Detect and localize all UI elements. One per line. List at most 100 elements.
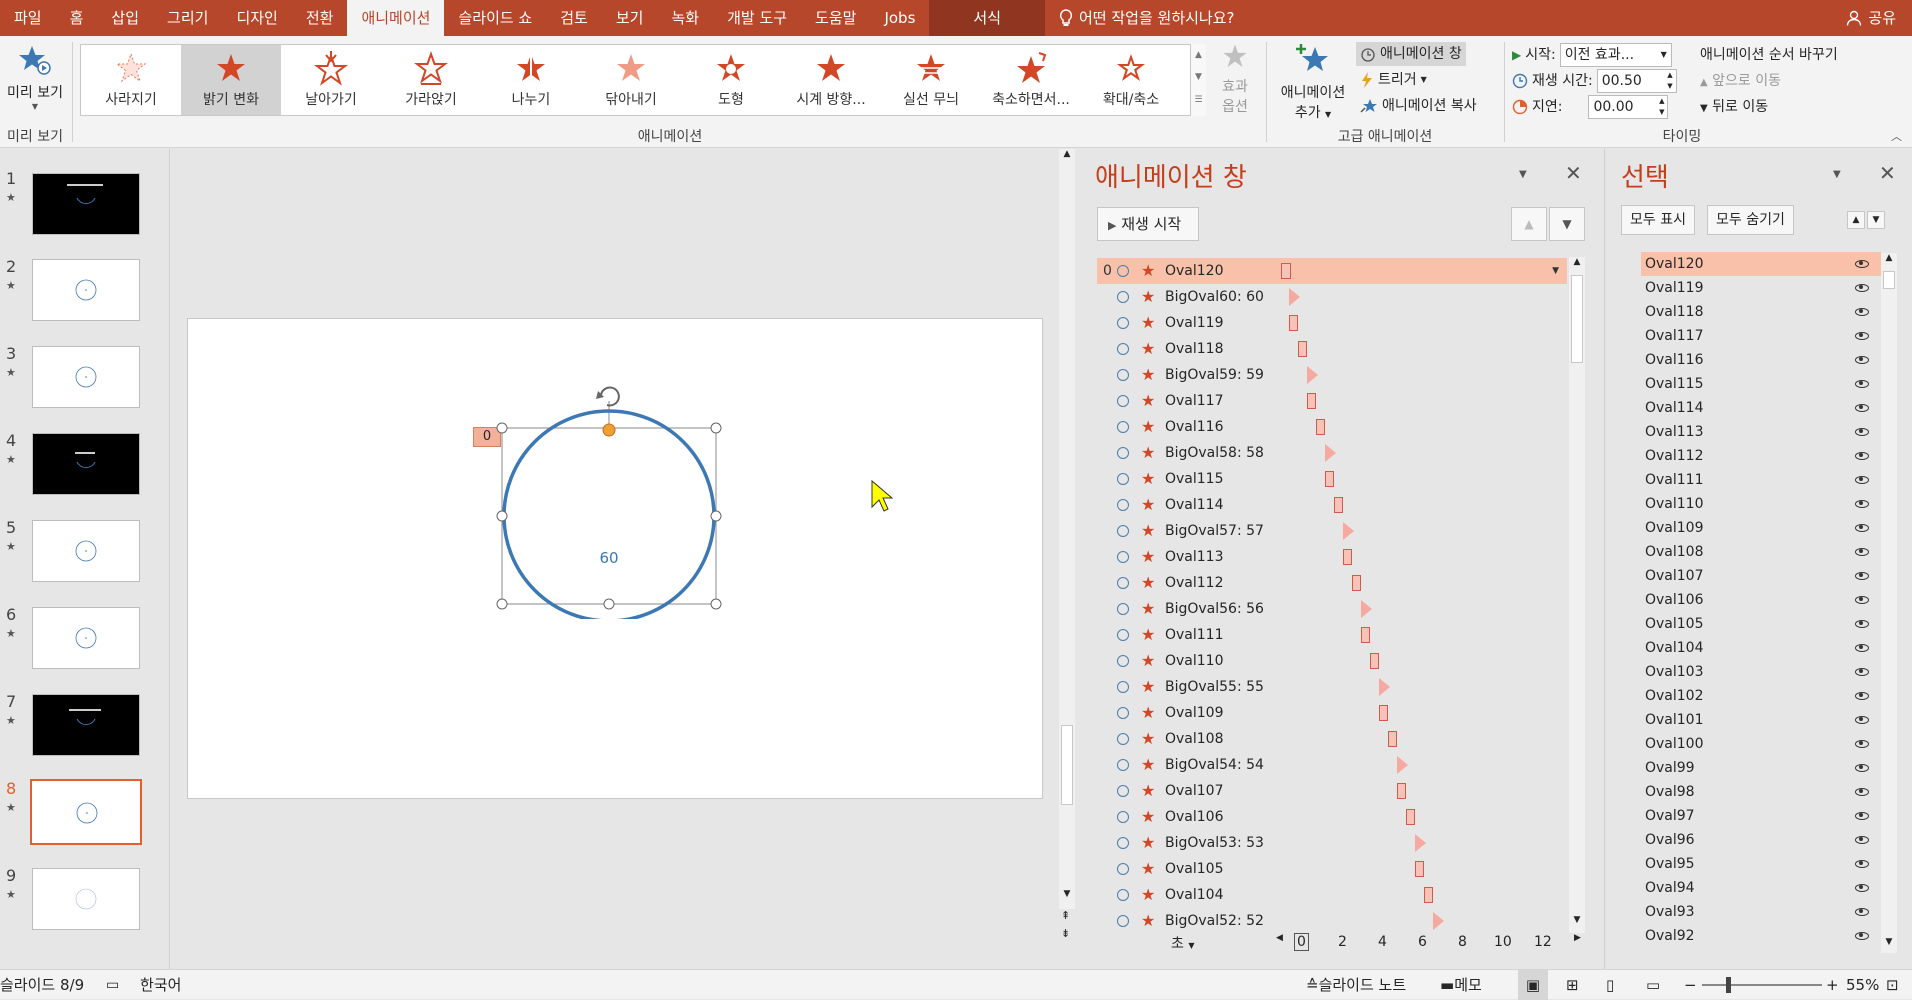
- zoom-slider-thumb[interactable]: [1726, 977, 1731, 993]
- gallery-item-disappear[interactable]: 사라지기: [81, 45, 181, 115]
- eye-icon[interactable]: [1855, 260, 1869, 268]
- tab-format[interactable]: 서식: [929, 0, 1045, 36]
- pane-options-icon[interactable]: ▼: [1833, 169, 1841, 180]
- stepper-arrows-icon[interactable]: ▲ ▼: [1667, 70, 1672, 92]
- timeline-left-icon[interactable]: ◀: [1276, 933, 1283, 943]
- tab-slideshow[interactable]: 슬라이드 쇼: [444, 0, 546, 36]
- list-item[interactable]: ★ BigOval55: 55: [1097, 674, 1567, 700]
- list-item[interactable]: ★ BigOval52: 52: [1097, 908, 1567, 933]
- eye-icon[interactable]: [1855, 476, 1869, 484]
- eye-icon[interactable]: [1855, 572, 1869, 580]
- send-backward-icon[interactable]: ▼: [1867, 211, 1885, 229]
- scroll-thumb[interactable]: [1061, 725, 1073, 805]
- tab-record[interactable]: 녹화: [657, 0, 713, 36]
- list-item[interactable]: ★ Oval106: [1097, 804, 1567, 830]
- list-item[interactable]: Oval110: [1641, 492, 1881, 516]
- notes-button[interactable]: ≙ 슬라이드 노트: [1306, 970, 1406, 1000]
- tab-transitions[interactable]: 전환: [292, 0, 348, 36]
- zoom-slider[interactable]: [1702, 984, 1822, 986]
- close-icon[interactable]: ✕: [1565, 161, 1582, 185]
- selection-list-scrollbar[interactable]: ▲ ▼: [1881, 253, 1897, 953]
- list-item[interactable]: Oval120: [1641, 252, 1881, 276]
- eye-icon[interactable]: [1855, 428, 1869, 436]
- move-down-button[interactable]: ▼: [1549, 207, 1585, 241]
- slide-canvas[interactable]: 0 60: [187, 318, 1043, 799]
- list-item[interactable]: Oval101: [1641, 708, 1881, 732]
- gallery-item-float-out[interactable]: 가라앉기: [381, 45, 481, 115]
- close-icon[interactable]: ✕: [1879, 161, 1896, 185]
- tab-draw[interactable]: 그리기: [153, 0, 222, 36]
- list-item[interactable]: ★ Oval113: [1097, 544, 1567, 570]
- slide-thumbnail-9[interactable]: [32, 868, 140, 930]
- slide-thumbnail-1[interactable]: [32, 173, 140, 235]
- duration-stepper[interactable]: 00.50 ▲ ▼: [1596, 69, 1677, 93]
- list-item[interactable]: ★ Oval111: [1097, 622, 1567, 648]
- start-select[interactable]: 이전 효과... ▼: [1559, 43, 1672, 67]
- eye-icon[interactable]: [1855, 716, 1869, 724]
- list-item[interactable]: ★ Oval112: [1097, 570, 1567, 596]
- eye-icon[interactable]: [1855, 380, 1869, 388]
- gallery-item-split[interactable]: 나누기: [481, 45, 581, 115]
- list-item[interactable]: Oval112: [1641, 444, 1881, 468]
- list-item[interactable]: Oval94: [1641, 876, 1881, 900]
- effect-options-button[interactable]: 효과 옵션: [1210, 42, 1260, 126]
- list-item[interactable]: 0 ★ Oval120 ▼: [1097, 258, 1567, 284]
- tab-view[interactable]: 보기: [602, 0, 658, 36]
- zoom-out-icon[interactable]: −: [1684, 970, 1697, 1000]
- list-item[interactable]: Oval119: [1641, 276, 1881, 300]
- slide-thumbnail-7[interactable]: [32, 694, 140, 756]
- eye-icon[interactable]: [1855, 548, 1869, 556]
- animation-list-scrollbar[interactable]: ▲ ▼: [1569, 257, 1585, 933]
- list-item[interactable]: Oval95: [1641, 852, 1881, 876]
- scroll-up-icon[interactable]: ▲: [1569, 257, 1585, 273]
- eye-icon[interactable]: [1855, 668, 1869, 676]
- slide-sorter-icon[interactable]: ⊞: [1566, 970, 1579, 1000]
- hide-all-button[interactable]: 모두 숨기기: [1707, 205, 1794, 235]
- list-item[interactable]: Oval107: [1641, 564, 1881, 588]
- list-item[interactable]: Oval103: [1641, 660, 1881, 684]
- list-item[interactable]: ★ Oval105: [1097, 856, 1567, 882]
- eye-icon[interactable]: [1855, 884, 1869, 892]
- tab-review[interactable]: 검토: [546, 0, 602, 36]
- list-item[interactable]: Oval92: [1641, 924, 1881, 948]
- list-item[interactable]: Oval97: [1641, 804, 1881, 828]
- list-item[interactable]: Oval100: [1641, 732, 1881, 756]
- scroll-up-icon[interactable]: ▲: [1059, 149, 1075, 165]
- scroll-down-icon[interactable]: ▼: [1569, 915, 1585, 925]
- gallery-item-wheel[interactable]: 시계 방향...: [781, 45, 881, 115]
- comments-button[interactable]: ▬ 메모: [1440, 970, 1482, 1000]
- list-item[interactable]: ★ Oval104: [1097, 882, 1567, 908]
- slide-thumbnail-2[interactable]: [32, 259, 140, 321]
- eye-icon[interactable]: [1855, 620, 1869, 628]
- spellcheck-icon[interactable]: ▭: [106, 970, 119, 1000]
- list-item[interactable]: ★ BigOval58: 58: [1097, 440, 1567, 466]
- slide-thumbnail-5[interactable]: [32, 520, 140, 582]
- list-item[interactable]: ★ Oval119: [1097, 310, 1567, 336]
- reading-view-icon[interactable]: ▯: [1606, 970, 1614, 1000]
- eye-icon[interactable]: [1855, 356, 1869, 364]
- eye-icon[interactable]: [1855, 932, 1869, 940]
- scroll-down-icon[interactable]: ▼: [1059, 889, 1075, 899]
- list-item[interactable]: Oval111: [1641, 468, 1881, 492]
- move-up-button[interactable]: ▲: [1511, 207, 1547, 241]
- gallery-item-shape[interactable]: 도형: [681, 45, 781, 115]
- eye-icon[interactable]: [1855, 308, 1869, 316]
- gallery-scroll[interactable]: ▲ ▼ ☰: [1190, 44, 1206, 116]
- gallery-item-wipe[interactable]: 닦아내기: [581, 45, 681, 115]
- eye-icon[interactable]: [1855, 908, 1869, 916]
- gallery-item-fade[interactable]: 밝기 변화: [181, 45, 281, 115]
- list-item[interactable]: Oval98: [1641, 780, 1881, 804]
- scroll-up-icon[interactable]: ▲: [1881, 253, 1897, 269]
- tab-developer[interactable]: 개발 도구: [713, 0, 801, 36]
- list-item[interactable]: ★ Oval114: [1097, 492, 1567, 518]
- next-slide-icon[interactable]: ⇟: [1061, 927, 1070, 940]
- animation-pane-button[interactable]: 애니메이션 창: [1356, 42, 1466, 66]
- editor-scrollbar[interactable]: ▲ ▼: [1059, 149, 1075, 909]
- list-item[interactable]: Oval115: [1641, 372, 1881, 396]
- tab-animations[interactable]: 애니메이션: [347, 0, 445, 36]
- list-item[interactable]: Oval109: [1641, 516, 1881, 540]
- tab-insert[interactable]: 삽입: [97, 0, 153, 36]
- add-animation-button[interactable]: 애니메이션 추가 ▼: [1272, 42, 1354, 126]
- normal-view-icon[interactable]: ▣: [1518, 970, 1548, 1000]
- eye-icon[interactable]: [1855, 404, 1869, 412]
